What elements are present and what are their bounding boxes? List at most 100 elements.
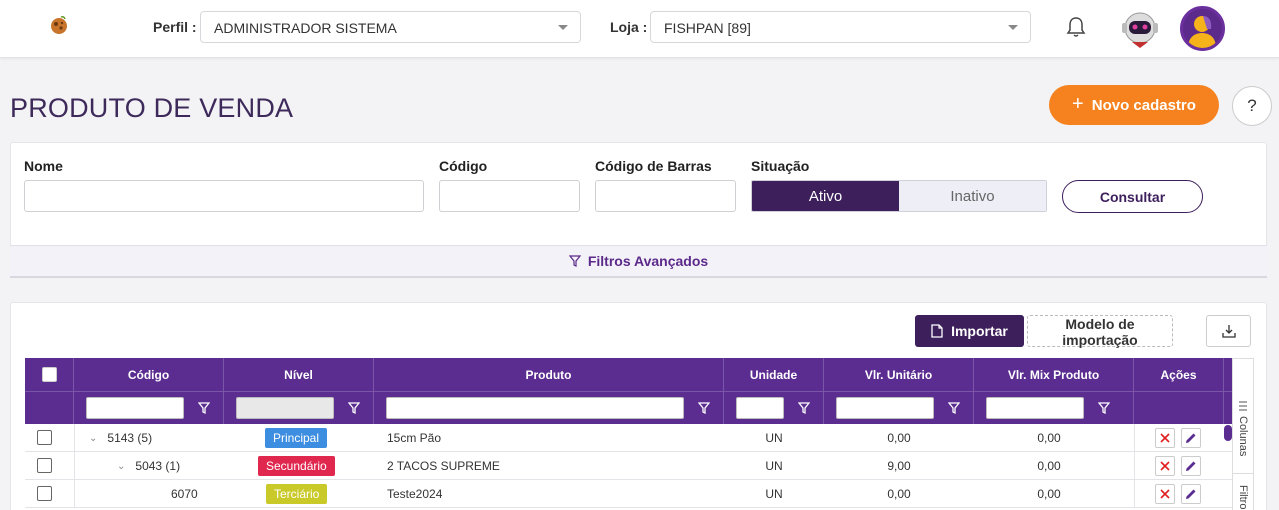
table-row[interactable]: 6070 Terciário Teste2024 UN 0,00 0,00: [25, 480, 1232, 508]
row-codigo: 5043 (1): [135, 459, 181, 473]
col-header-unidade[interactable]: Unidade: [724, 358, 824, 391]
col-header-vlr-unitario[interactable]: Vlr. Unitário: [824, 358, 974, 391]
row-vlr-unitario: 9,00: [887, 459, 911, 473]
user-avatar[interactable]: [1180, 6, 1225, 51]
grid-scrollbar[interactable]: [1224, 425, 1232, 441]
vlr-unitario-filter-input[interactable]: [836, 397, 934, 419]
filter-icon: [568, 255, 581, 267]
delete-button[interactable]: [1155, 456, 1175, 476]
situacao-ativo-option[interactable]: Ativo: [752, 181, 899, 211]
unidade-filter-input[interactable]: [736, 397, 784, 419]
filter-row: [25, 391, 1232, 425]
row-vlr-mix: 0,00: [1037, 487, 1061, 501]
close-icon: [1160, 433, 1170, 443]
nome-input[interactable]: [24, 180, 424, 212]
logo-icon[interactable]: [48, 14, 70, 36]
level-badge: Terciário: [266, 484, 328, 504]
download-button[interactable]: [1206, 315, 1251, 347]
pencil-icon: [1186, 461, 1196, 471]
chevron-down-icon: [1008, 25, 1018, 30]
situacao-inativo-option[interactable]: Inativo: [899, 181, 1046, 211]
row-produto: Teste2024: [387, 487, 443, 501]
row-nivel-cell: Secundário: [258, 452, 335, 480]
row-checkbox[interactable]: [37, 486, 52, 501]
file-icon: [931, 324, 943, 338]
advanced-filters-toggle[interactable]: Filtros Avançados: [10, 245, 1267, 278]
new-record-button[interactable]: + Novo cadastro: [1049, 85, 1219, 125]
menu-icon: [1239, 401, 1247, 411]
loja-select-value: FISHPAN [89]: [664, 20, 751, 36]
advanced-filters-label: Filtros Avançados: [587, 253, 709, 269]
row-vlr-unitario: 0,00: [887, 487, 911, 501]
row-codigo: 5143 (5): [107, 431, 153, 445]
edit-button[interactable]: [1181, 428, 1201, 448]
table-row[interactable]: ⌄ 5043 (1) Secundário 2 TACOS SUPREME UN…: [25, 452, 1232, 480]
delete-button[interactable]: [1155, 484, 1175, 504]
codigo-input[interactable]: [439, 180, 580, 212]
row-unidade: UN: [765, 459, 783, 473]
import-template-button[interactable]: Modelo de importação: [1027, 315, 1173, 348]
codigo-filter-input[interactable]: [86, 397, 184, 419]
filter-icon[interactable]: [348, 401, 360, 415]
filter-icon[interactable]: [948, 401, 960, 415]
row-codigo-cell: ⌄ 5043 (1): [117, 452, 180, 480]
perfil-select-value: ADMINISTRADOR SISTEMA: [214, 20, 397, 36]
header-select-cell: [25, 358, 74, 391]
nome-label: Nome: [24, 158, 63, 174]
columns-tab[interactable]: Colunas: [1233, 384, 1253, 474]
perfil-select[interactable]: ADMINISTRADOR SISTEMA: [200, 11, 581, 43]
filter-icon[interactable]: [798, 401, 810, 415]
row-unidade: UN: [765, 431, 783, 445]
col-header-produto[interactable]: Produto: [374, 358, 724, 391]
consultar-button[interactable]: Consultar: [1062, 180, 1203, 213]
loja-select[interactable]: FISHPAN [89]: [650, 11, 1031, 43]
row-checkbox[interactable]: [37, 458, 52, 473]
level-badge: Secundário: [258, 456, 335, 476]
row-checkbox[interactable]: [37, 430, 52, 445]
chevron-down-icon[interactable]: ⌄: [89, 433, 97, 444]
page-title: PRODUTO DE VENDA: [10, 93, 294, 123]
grid-side-panel: Colunas Filtros: [1232, 358, 1254, 510]
row-vlr-unitario: 0,00: [887, 431, 911, 445]
chevron-down-icon: [558, 25, 568, 30]
nivel-filter-select[interactable]: [236, 397, 334, 419]
table-row[interactable]: ⌄ 5143 (5) Principal 15cm Pão UN 0,00 0,…: [25, 424, 1232, 452]
col-header-vlr-mix[interactable]: Vlr. Mix Produto: [974, 358, 1134, 391]
filter-panel: Nome Código Código de Barras Situação At…: [10, 142, 1267, 278]
barras-input[interactable]: [595, 180, 736, 212]
codigo-label: Código: [439, 158, 488, 174]
assistant-robot-icon[interactable]: [1118, 6, 1162, 50]
close-icon: [1160, 461, 1170, 471]
row-produto: 15cm Pão: [387, 431, 442, 445]
row-produto: 2 TACOS SUPREME: [387, 459, 500, 473]
perfil-label: Perfil :: [153, 19, 197, 35]
help-button[interactable]: ?: [1232, 86, 1272, 126]
chevron-down-icon[interactable]: ⌄: [117, 461, 125, 472]
filters-tab[interactable]: Filtros: [1233, 477, 1253, 510]
produto-filter-input[interactable]: [386, 397, 684, 419]
new-record-label: Novo cadastro: [1091, 96, 1196, 114]
situacao-toggle: Ativo Inativo: [751, 180, 1047, 212]
columns-tab-label: Colunas: [1237, 415, 1249, 457]
col-header-codigo[interactable]: Código: [74, 358, 224, 391]
level-badge: Principal: [265, 428, 328, 448]
vlr-mix-filter-input[interactable]: [986, 397, 1084, 419]
import-label: Importar: [951, 323, 1008, 339]
pencil-icon: [1186, 433, 1196, 443]
edit-button[interactable]: [1181, 456, 1201, 476]
filter-icon[interactable]: [198, 401, 210, 415]
edit-button[interactable]: [1181, 484, 1201, 504]
col-header-nivel[interactable]: Nível: [224, 358, 374, 391]
plus-icon: +: [1072, 93, 1084, 115]
filter-icon[interactable]: [1098, 401, 1110, 415]
row-vlr-mix: 0,00: [1037, 431, 1061, 445]
barras-label: Código de Barras: [595, 158, 712, 174]
top-bar: Perfil : ADMINISTRADOR SISTEMA Loja : FI…: [0, 0, 1279, 58]
bell-icon[interactable]: [1066, 16, 1086, 38]
select-all-checkbox[interactable]: [41, 367, 57, 382]
import-button[interactable]: Importar: [915, 315, 1024, 347]
filter-icon[interactable]: [698, 401, 710, 415]
loja-label: Loja :: [610, 19, 648, 35]
user-icon: [1188, 16, 1216, 48]
delete-button[interactable]: [1155, 428, 1175, 448]
